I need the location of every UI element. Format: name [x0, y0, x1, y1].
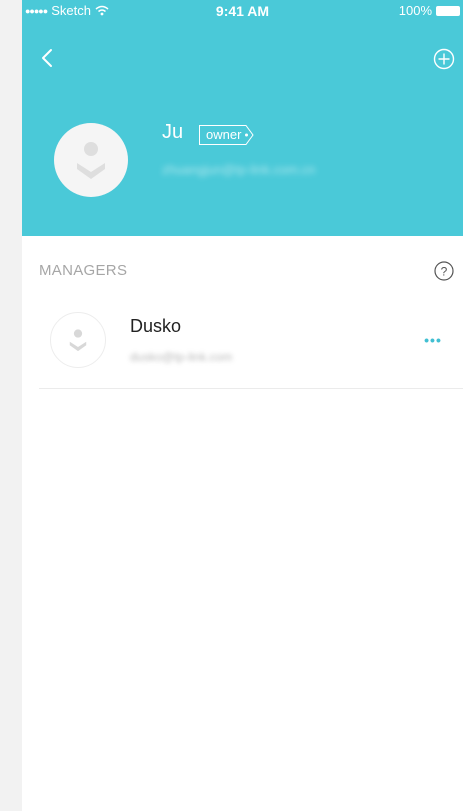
help-circle-icon: ?: [434, 261, 454, 281]
owner-avatar: [54, 123, 128, 197]
battery-icon: [436, 5, 460, 16]
status-right: 100%: [399, 3, 460, 18]
status-bar: ●●●●● Sketch 9:41 AM 100%: [22, 0, 463, 22]
role-badge: owner: [199, 125, 255, 145]
add-circle-icon: [433, 48, 455, 70]
svg-text:?: ?: [441, 265, 448, 279]
manager-email: dusko@tp-link.com: [130, 350, 233, 364]
owner-name: Ju: [162, 121, 184, 143]
role-badge-label: owner: [199, 125, 244, 145]
user-avatar-icon: [77, 142, 105, 179]
manager-name: Dusko: [130, 316, 182, 336]
status-time: 9:41 AM: [215, 3, 270, 19]
owner-email: zhuangjun@tp-link.com.cn: [162, 162, 316, 177]
manager-avatar: [50, 312, 106, 368]
managers-help-button[interactable]: ?: [433, 260, 455, 282]
chevron-left-icon: [42, 49, 52, 67]
badge-tip-icon: [243, 125, 255, 145]
battery-percent: 100%: [398, 3, 432, 18]
app-screen: ●●●●● Sketch 9:41 AM 100% Ju owner zhuan…: [22, 0, 463, 811]
back-button[interactable]: [38, 44, 62, 72]
manager-list-item[interactable]: Dusko dusko@tp-link.com •••: [22, 300, 463, 389]
owner-header: ●●●●● Sketch 9:41 AM 100% Ju owner zhuan…: [22, 0, 463, 236]
more-options-button[interactable]: •••: [418, 332, 448, 348]
add-manager-button[interactable]: [433, 48, 455, 70]
user-avatar-icon: [69, 329, 87, 352]
row-divider: [39, 388, 463, 389]
managers-section-title: MANAGERS: [39, 262, 128, 279]
